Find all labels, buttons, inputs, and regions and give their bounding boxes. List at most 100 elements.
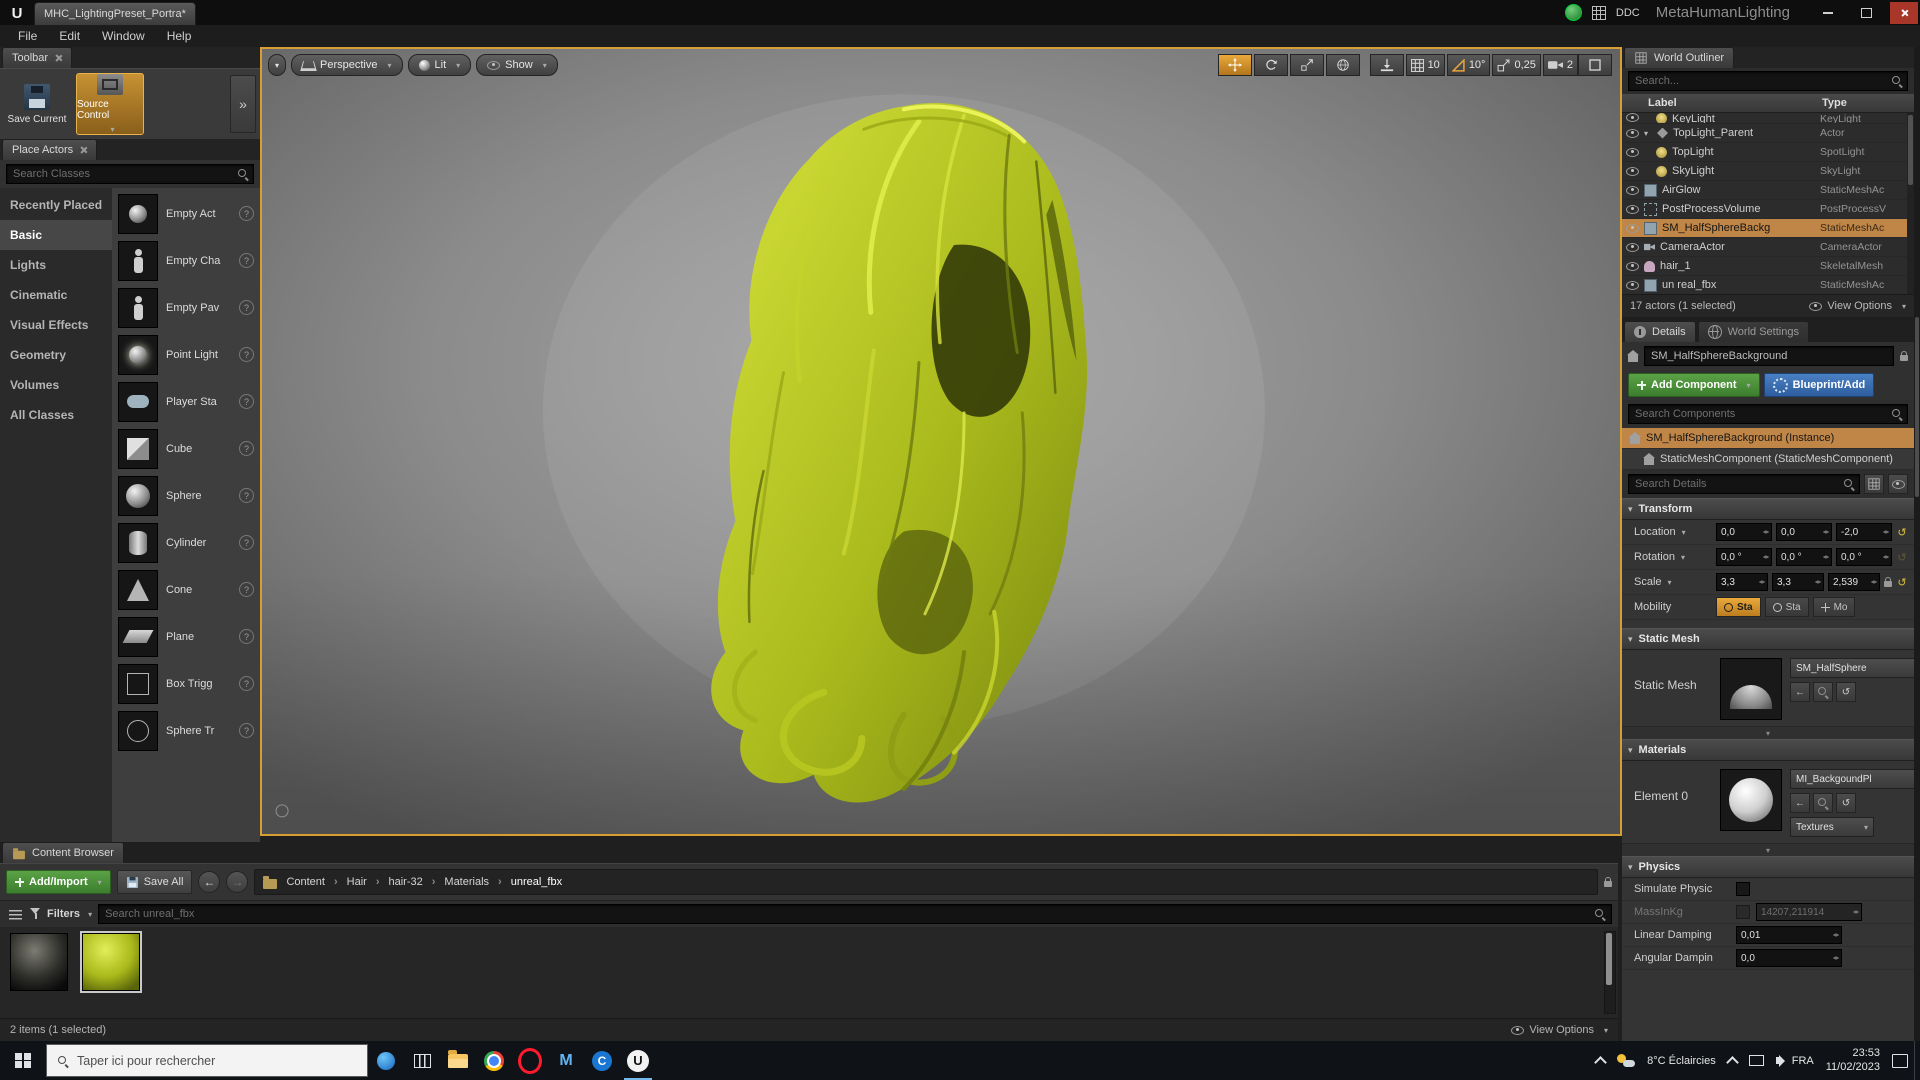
visibility-eye-icon[interactable] [1626, 223, 1639, 233]
location-z-field[interactable]: -2,0 [1836, 523, 1892, 541]
physics-section-header[interactable]: Physics [1622, 856, 1914, 878]
location-x-field[interactable]: 0,0 [1716, 523, 1772, 541]
search-details-input[interactable] [1628, 474, 1860, 494]
reset-scale-icon[interactable] [1896, 576, 1908, 589]
close-button[interactable] [1890, 1, 1918, 24]
add-component-button[interactable]: Add Component [1628, 373, 1760, 397]
outliner-column-headers[interactable]: Label Type [1622, 94, 1914, 113]
content-view-options-button[interactable]: View Options [1511, 1024, 1608, 1036]
blueprint-add-button[interactable]: Blueprint/Add [1763, 373, 1875, 397]
source-control-status-icon[interactable] [1564, 4, 1582, 21]
level-viewport[interactable]: ▾ Perspective Lit Show [260, 47, 1622, 836]
outliner-row[interactable]: AirGlow StaticMeshAc [1622, 181, 1914, 200]
weather-label[interactable]: 8°C Éclaircies [1647, 1055, 1716, 1067]
actor-item-plane[interactable]: Plane [112, 613, 260, 660]
keyboard-language[interactable]: FRA [1792, 1055, 1814, 1067]
rotation-label[interactable]: Rotation [1634, 551, 1712, 563]
tab-content-browser[interactable]: Content Browser [2, 842, 124, 863]
rotation-z-field[interactable]: 0,0 ° [1836, 548, 1892, 566]
show-dropdown[interactable]: Show [476, 54, 558, 76]
category-lights[interactable]: Lights [0, 250, 112, 280]
category-all-classes[interactable]: All Classes [0, 400, 112, 430]
toolbar-expand-button[interactable] [230, 75, 256, 133]
lock-icon[interactable] [1900, 351, 1908, 361]
rotation-y-field[interactable]: 0,0 ° [1776, 548, 1832, 566]
tab-place-actors[interactable]: Place Actors [2, 139, 98, 160]
static-mesh-thumbnail[interactable] [1720, 658, 1782, 720]
component-row-instance[interactable]: SM_HalfSphereBackground (Instance) [1622, 428, 1914, 449]
scale-tool-button[interactable] [1289, 54, 1324, 76]
display-filter-button[interactable] [1864, 474, 1884, 494]
material-thumbnail[interactable] [1720, 769, 1782, 831]
browse-asset-button[interactable] [1813, 682, 1833, 702]
scale-lock-icon[interactable] [1884, 577, 1892, 587]
outliner-row-selected[interactable]: SM_HalfSphereBackg StaticMeshAc [1622, 219, 1914, 238]
start-button[interactable] [0, 1041, 46, 1080]
actor-item-cylinder[interactable]: Cylinder [112, 519, 260, 566]
asset-tile-dark-hair[interactable] [8, 933, 70, 991]
menu-window[interactable]: Window [92, 27, 155, 45]
rotation-x-field[interactable]: 0,0 ° [1716, 548, 1772, 566]
linear-damping-field[interactable]: 0,01 [1736, 926, 1842, 944]
volume-tray-icon[interactable] [1775, 1054, 1785, 1067]
component-row-staticmesh[interactable]: StaticMeshComponent (StaticMeshComponent… [1622, 449, 1914, 470]
camera-speed-button[interactable]: 2 [1542, 54, 1578, 76]
outliner-row[interactable]: hair_1 SkeletalMesh [1622, 257, 1914, 276]
source-control-button[interactable]: Source Control [76, 73, 144, 135]
file-explorer-button[interactable] [440, 1041, 476, 1080]
add-import-button[interactable]: Add/Import [6, 870, 111, 894]
actor-item-sphere-trigger[interactable]: Sphere Tr [112, 707, 260, 754]
minimize-button[interactable] [1814, 2, 1842, 24]
outliner-row[interactable]: ▾ TopLight_Parent Actor [1622, 124, 1914, 143]
notification-center-icon[interactable] [1892, 1053, 1908, 1068]
opera-button[interactable] [512, 1041, 548, 1080]
unreal-engine-button[interactable]: U [620, 1041, 656, 1080]
document-tab[interactable]: MHC_LightingPreset_Portra* [34, 2, 196, 25]
hidden-icons-chevron[interactable] [1594, 1056, 1608, 1069]
visibility-eye-icon[interactable] [1626, 242, 1639, 252]
scale-x-field[interactable]: 3,3 [1716, 573, 1768, 591]
grid-snap-button[interactable]: 10 [1405, 54, 1445, 76]
save-all-button[interactable]: Save All [116, 870, 193, 894]
category-geometry[interactable]: Geometry [0, 340, 112, 370]
tray-chevron[interactable] [1725, 1056, 1739, 1069]
forward-button[interactable]: → [226, 871, 249, 893]
search-components-input[interactable] [1628, 404, 1908, 424]
visibility-eye-icon[interactable] [1626, 261, 1639, 271]
angular-damping-field[interactable]: 0,0 [1736, 949, 1842, 967]
column-label[interactable]: Label [1648, 97, 1822, 109]
actor-item-point-light[interactable]: Point Light [112, 331, 260, 378]
category-basic[interactable]: Basic [0, 220, 112, 250]
outliner-row[interactable]: TopLight SpotLight [1622, 143, 1914, 162]
outliner-row[interactable]: KeyLight KeyLight [1622, 113, 1914, 124]
location-label[interactable]: Location [1634, 526, 1712, 538]
outliner-scrollbar[interactable] [1907, 113, 1914, 294]
category-recently-placed[interactable]: Recently Placed [0, 190, 112, 220]
advanced-expander[interactable] [1622, 726, 1914, 739]
m-app-button[interactable]: M [548, 1041, 584, 1080]
reset-location-icon[interactable] [1896, 526, 1908, 539]
view-mode-dropdown[interactable]: Lit [407, 54, 472, 76]
visibility-eye-icon[interactable] [1626, 113, 1639, 122]
tab-toolbar[interactable]: Toolbar [2, 47, 73, 68]
visibility-eye-icon[interactable] [1626, 147, 1639, 157]
material-dropdown[interactable]: MI_BackgoundPl [1790, 769, 1914, 789]
visibility-eye-icon[interactable] [1626, 128, 1639, 138]
task-view-button[interactable] [404, 1041, 440, 1080]
mobility-movable-button[interactable]: Mo [1812, 597, 1856, 617]
scale-z-field[interactable]: 2,539 [1828, 573, 1880, 591]
location-y-field[interactable]: 0,0 [1776, 523, 1832, 541]
chrome-button[interactable] [476, 1041, 512, 1080]
viewport-options-button[interactable]: ▾ [268, 54, 287, 76]
content-search-input[interactable] [98, 904, 1612, 924]
visibility-eye-icon[interactable] [1626, 166, 1639, 176]
breadcrumb-materials[interactable]: Materials [444, 876, 501, 888]
outliner-row[interactable]: un real_fbx StaticMeshAc [1622, 276, 1914, 294]
actor-item-sphere[interactable]: Sphere [112, 472, 260, 519]
viewport-canvas[interactable] [262, 49, 1620, 834]
sources-panel-toggle[interactable] [6, 905, 24, 923]
breadcrumb-unreal-fbx[interactable]: unreal_fbx [511, 876, 562, 888]
save-current-button[interactable]: Save Current [4, 74, 70, 134]
simulate-physics-checkbox[interactable] [1736, 882, 1750, 896]
actor-item-player-start[interactable]: Player Sta [112, 378, 260, 425]
